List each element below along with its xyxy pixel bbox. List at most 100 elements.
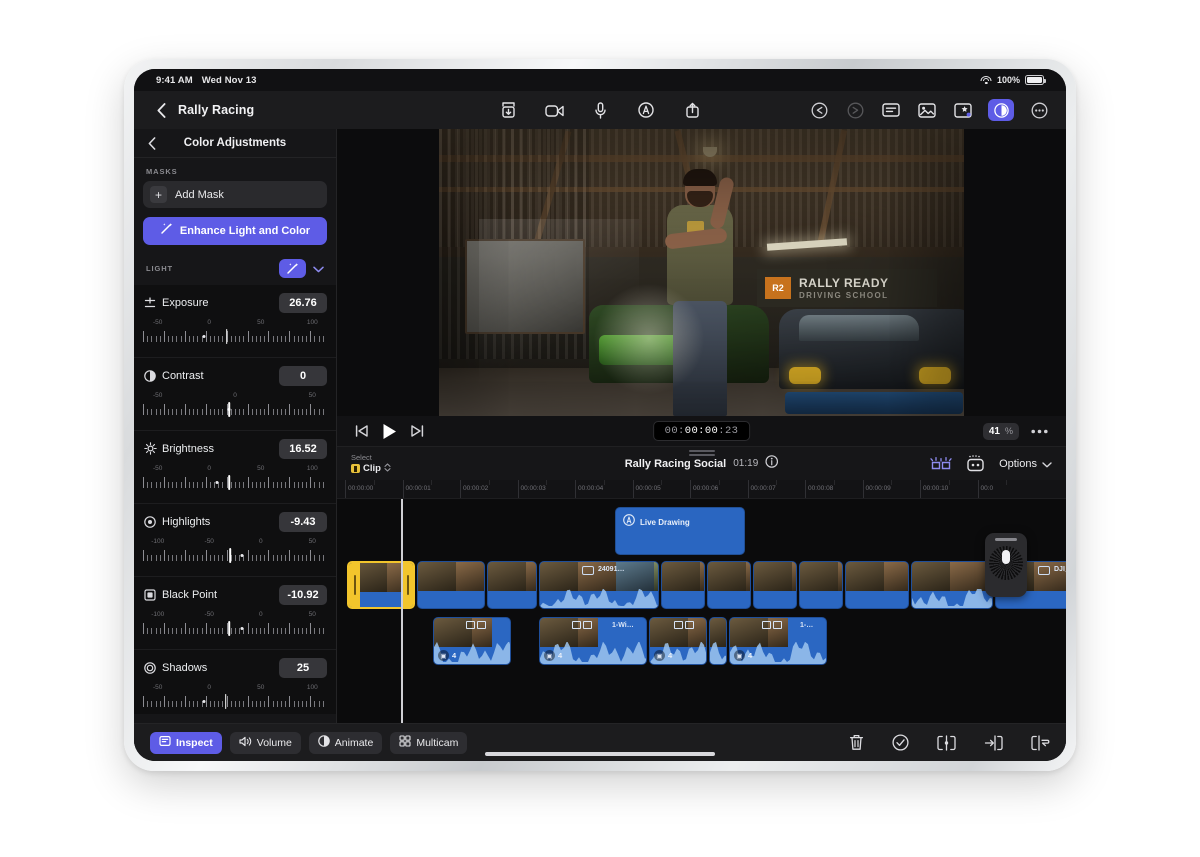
clip-trim-handle-right[interactable]: [402, 563, 413, 607]
add-mask-button[interactable]: + Add Mask: [143, 181, 327, 208]
skip-to-end-icon[interactable]: [411, 425, 424, 437]
more-icon[interactable]: [1028, 99, 1050, 121]
jog-wheel-grabber[interactable]: [995, 538, 1017, 541]
zoom-level-field[interactable]: 41 %: [982, 422, 1019, 440]
adjustment-value[interactable]: 0: [279, 365, 327, 386]
selection-mode-control[interactable]: Select Clip: [351, 453, 391, 475]
share-icon[interactable]: [681, 99, 703, 121]
battery-icon: [1025, 75, 1046, 85]
timeline-clip[interactable]: [707, 561, 751, 609]
adjustment-slider[interactable]: -50 0 50 100: [143, 465, 327, 495]
media-browser-icon[interactable]: [916, 99, 938, 121]
split-icon[interactable]: [937, 734, 956, 751]
clip-effect-icons: [466, 621, 486, 629]
adjustment-row: Highlights -9.43 -100 -50 0 50: [134, 503, 336, 568]
adjustment-slider[interactable]: -50 0 50 100: [143, 684, 327, 714]
timeline-clip[interactable]: [347, 561, 415, 609]
adjustment-slider[interactable]: -50 0 50: [143, 392, 327, 422]
adjustment-value[interactable]: -9.43: [279, 511, 327, 532]
light-section-label: LIGHT: [146, 264, 173, 273]
trim-end-icon[interactable]: [1031, 734, 1050, 751]
record-audio-icon[interactable]: [589, 99, 611, 121]
home-indicator[interactable]: [485, 752, 715, 756]
timeline-canvas[interactable]: 24091…DJI_202…▣4Live Drawing▣41-Wi…▣4▣41…: [337, 499, 1066, 723]
timeline-tools: Options: [930, 455, 1052, 473]
timecode-field[interactable]: 00:00:00:23: [652, 421, 751, 441]
titles-icon[interactable]: [880, 99, 902, 121]
import-media-icon[interactable]: [497, 99, 519, 121]
chevron-down-icon[interactable]: [313, 260, 324, 278]
play-icon[interactable]: [382, 423, 397, 440]
timeline-clip[interactable]: 1-… ▣ 4: [729, 617, 827, 665]
inspector-back-button[interactable]: [144, 135, 160, 151]
timeline-clip[interactable]: [417, 561, 485, 609]
skip-to-start-icon[interactable]: [355, 425, 368, 437]
slider-handle: [228, 475, 231, 490]
undo-icon[interactable]: [808, 99, 830, 121]
slider-handle: [225, 329, 228, 344]
timeline-clip[interactable]: [845, 561, 909, 609]
magnetic-mask-icon[interactable]: [930, 456, 952, 472]
highlights-icon: [143, 515, 157, 529]
slider-ticks: [143, 475, 327, 490]
adjustment-label: Black Point: [162, 588, 218, 601]
bottom-tab-inspect[interactable]: Inspect: [150, 731, 222, 754]
ellipsis-icon[interactable]: [1031, 429, 1048, 434]
live-drawing-clip[interactable]: Live Drawing: [615, 507, 745, 555]
bottom-tab-volume[interactable]: Volume: [229, 731, 301, 754]
timeline-clip[interactable]: [911, 561, 993, 609]
clip-trim-handle-left[interactable]: [349, 563, 360, 607]
timeline-clip[interactable]: ▣ 4: [433, 617, 511, 665]
enhance-light-and-color-button[interactable]: Enhance Light and Color: [143, 217, 327, 245]
timeline-resize-grabber[interactable]: [688, 450, 715, 456]
delete-icon[interactable]: [849, 734, 864, 751]
redo-icon[interactable]: [844, 99, 866, 121]
color-icon[interactable]: [988, 99, 1014, 121]
adjustment-value[interactable]: 26.76: [279, 292, 327, 313]
enable-icon[interactable]: [892, 734, 909, 751]
record-video-icon[interactable]: [543, 99, 565, 121]
clip-thumbnails: [418, 562, 484, 591]
light-auto-wand-button[interactable]: [279, 259, 306, 278]
timeline-clip[interactable]: [799, 561, 843, 609]
timeline-clip[interactable]: [661, 561, 705, 609]
plus-icon: +: [150, 186, 167, 203]
video-preview[interactable]: R2 RALLY READY DRIVING SCHOOL: [439, 129, 964, 416]
live-drawing-icon[interactable]: [635, 99, 657, 121]
effects-icon[interactable]: [952, 99, 974, 121]
jog-wheel[interactable]: [985, 533, 1027, 597]
slider-tick-label: -50: [153, 684, 163, 691]
ai-assistant-icon[interactable]: [966, 455, 985, 472]
black-point-icon: [143, 588, 157, 602]
timeline-clip[interactable]: 1-Wi… ▣ 4: [539, 617, 647, 665]
adjustment-slider[interactable]: -100 -50 0 50: [143, 611, 327, 641]
playhead[interactable]: [401, 499, 403, 723]
adjustment-value[interactable]: -10.92: [279, 584, 327, 605]
clip-badge: ▣ 4: [438, 650, 456, 661]
bottom-tab-multicam[interactable]: Multicam: [390, 731, 468, 754]
back-button[interactable]: [150, 99, 172, 121]
slider-ticks: [143, 548, 327, 563]
ruler-tick: [517, 480, 519, 498]
slider-handle: [229, 548, 232, 563]
timeline-clip[interactable]: [709, 617, 727, 665]
options-button[interactable]: Options: [999, 455, 1052, 473]
timeline-clip[interactable]: 24091…: [539, 561, 659, 609]
adjustment-slider[interactable]: -100 -50 0 50: [143, 538, 327, 568]
timeline-clip[interactable]: [487, 561, 537, 609]
info-circle-icon[interactable]: [765, 454, 779, 473]
trim-start-icon[interactable]: [984, 734, 1003, 751]
bottom-tab-label: Inspect: [176, 736, 213, 749]
timeline-clip[interactable]: [753, 561, 797, 609]
project-name: Rally Racing Social: [624, 457, 727, 470]
jog-wheel-dial[interactable]: [989, 545, 1023, 580]
adjustment-value[interactable]: 16.52: [279, 438, 327, 459]
timeline-clip[interactable]: ▣ 4: [649, 617, 707, 665]
slider-tick-label: -100: [151, 538, 165, 545]
zoom-unit: %: [1004, 426, 1013, 436]
timeline-ruler[interactable]: 00:00:00 00:00:01 00:00:02 00:00:03 00:00:04…: [337, 480, 1066, 499]
bottom-tab-animate[interactable]: Animate: [308, 731, 383, 754]
adjustment-slider[interactable]: -50 0 50 100: [143, 319, 327, 349]
brightness-icon: [143, 442, 157, 456]
adjustment-value[interactable]: 25: [279, 657, 327, 678]
